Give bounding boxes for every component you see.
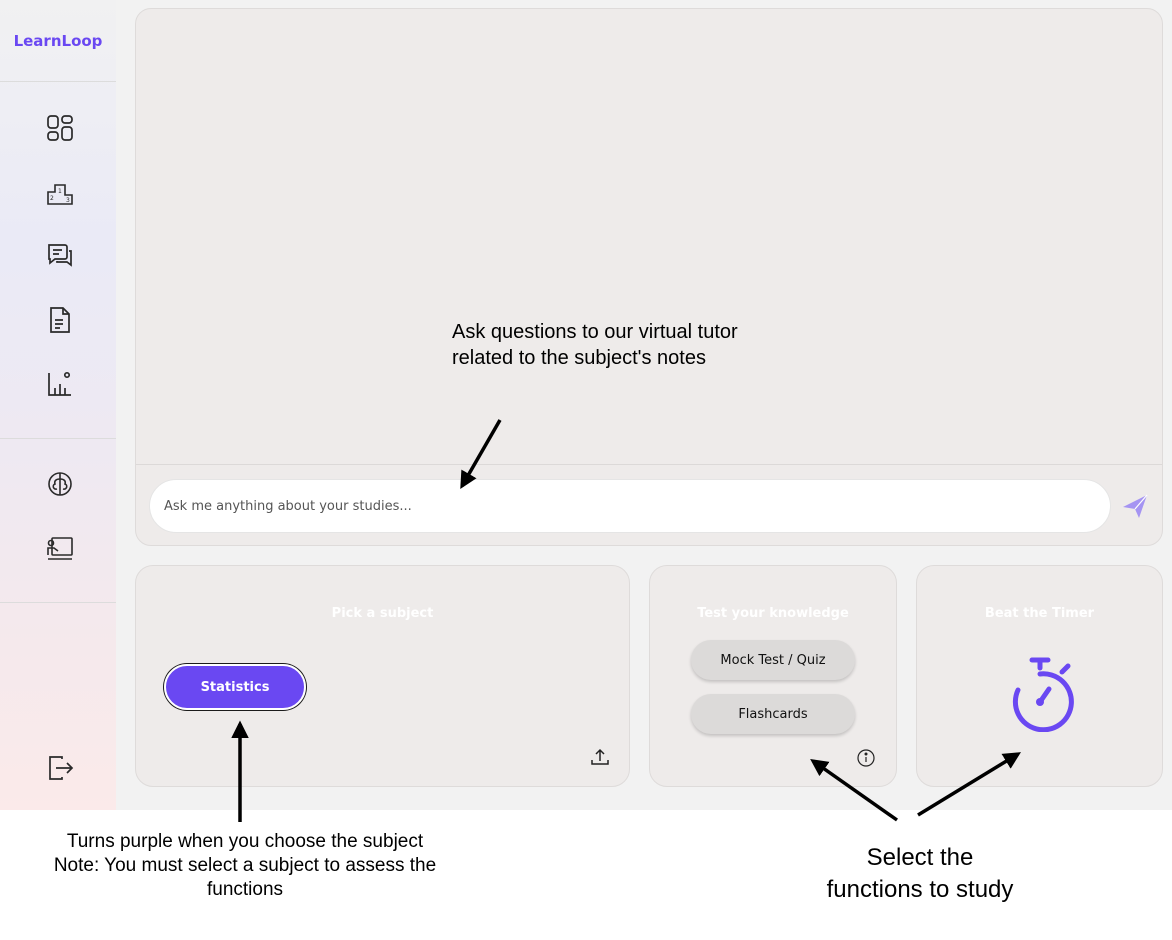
svg-text:1: 1 xyxy=(58,188,62,195)
dashboard-grid-icon[interactable] xyxy=(42,110,78,146)
subject-annotation-line: Turns purple when you choose the subject xyxy=(66,831,424,852)
test-knowledge-card: Test your knowledge Mock Test / Quiz Fla… xyxy=(649,565,897,787)
functions-annotation: Select the functions to study xyxy=(826,844,1014,903)
flashcards-button[interactable]: Flashcards xyxy=(691,694,855,734)
leaderboard-podium-icon[interactable]: 1 2 3 xyxy=(42,174,78,210)
tutor-chat-panel xyxy=(135,8,1163,546)
statistics-chart-icon[interactable] xyxy=(42,366,78,402)
mock-test-quiz-button[interactable]: Mock Test / Quiz xyxy=(691,640,855,680)
card-title: Beat the Timer xyxy=(984,606,1095,621)
presentation-board-icon[interactable] xyxy=(42,530,78,566)
send-icon[interactable] xyxy=(1118,489,1152,523)
chat-bubbles-icon[interactable] xyxy=(42,238,78,274)
card-title: Test your knowledge xyxy=(697,606,849,621)
tutor-annotation: Ask questions to our virtual tutor relat… xyxy=(452,321,738,369)
card-title: Pick a subject xyxy=(331,606,434,621)
subject-annotation-note: Note: You must select a subject to asses… xyxy=(53,855,437,900)
upload-icon[interactable] xyxy=(589,746,611,768)
beat-timer-card: Beat the Timer xyxy=(916,565,1163,787)
sidebar-divider xyxy=(0,602,116,603)
logout-icon[interactable] xyxy=(42,750,78,786)
brain-icon[interactable] xyxy=(42,466,78,502)
app-window: LearnLoop 1 2 3 Ask me anything about yo… xyxy=(0,0,1172,810)
pick-subject-card: Pick a subject Statistics xyxy=(135,565,630,787)
svg-text:2: 2 xyxy=(50,195,54,202)
stopwatch-icon[interactable] xyxy=(1004,656,1076,732)
subject-annotation: Turns purple when you choose the subject… xyxy=(50,830,440,902)
info-icon[interactable] xyxy=(856,748,876,768)
sidebar: LearnLoop 1 2 3 xyxy=(0,0,116,810)
svg-text:3: 3 xyxy=(66,197,70,204)
brand-logo[interactable]: LearnLoop xyxy=(0,0,116,82)
chat-input[interactable] xyxy=(149,479,1111,533)
notes-document-icon[interactable] xyxy=(42,302,78,338)
sidebar-divider xyxy=(0,438,116,439)
chat-divider xyxy=(136,464,1162,465)
subject-statistics-button[interactable]: Statistics xyxy=(164,664,306,710)
